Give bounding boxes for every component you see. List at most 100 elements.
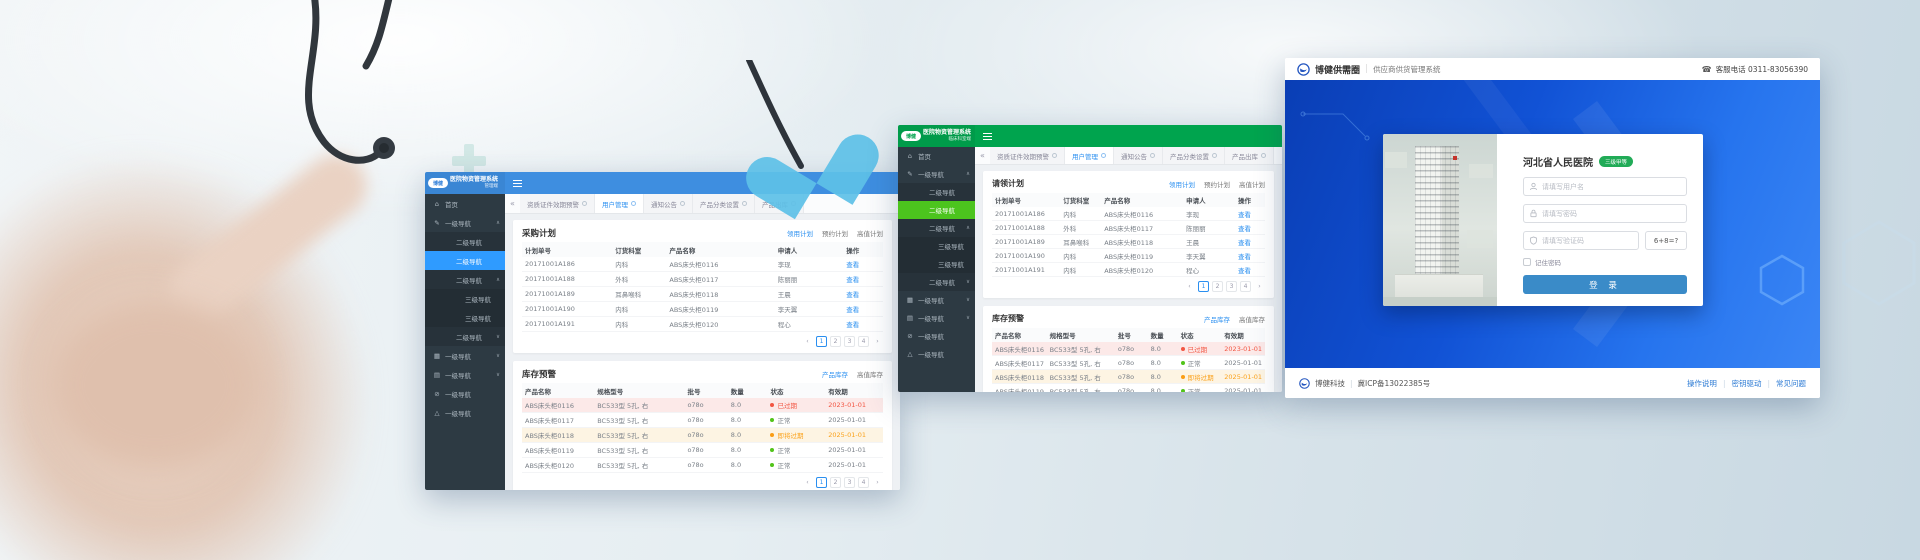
tab[interactable]: 用户管理	[1065, 147, 1114, 164]
page-button[interactable]: 1	[816, 477, 827, 488]
username-input[interactable]	[1523, 177, 1687, 196]
pager-arrow-icon[interactable]: ‹	[802, 477, 813, 488]
sidebar-item[interactable]: 二级导航	[898, 201, 975, 219]
view-link[interactable]: 查看	[1238, 239, 1251, 247]
page-button[interactable]: 4	[858, 477, 869, 488]
sidebar-item[interactable]: 二级导航∧	[425, 270, 505, 289]
captcha-image[interactable]: 6+8=?	[1645, 231, 1687, 250]
page-button[interactable]: 3	[1226, 281, 1237, 292]
view-link[interactable]: 查看	[1238, 225, 1251, 233]
page-button[interactable]: 2	[830, 336, 841, 347]
column-header: 计划单号	[522, 245, 612, 255]
sidebar-item[interactable]: ⌂首页	[425, 194, 505, 213]
sidebar-item[interactable]: 三级导航	[425, 308, 505, 327]
sidebar-item[interactable]: ✎一级导航∧	[425, 213, 505, 232]
sidebar-item[interactable]: ▤一级导航∨	[898, 309, 975, 327]
sidebar-item[interactable]: 三级导航	[425, 289, 505, 308]
footer-links: 操作说明|密钥驱动|常见问题	[1687, 378, 1806, 389]
row-cell: ABS床头柜0118	[666, 289, 774, 299]
row-cell: 查看	[843, 319, 883, 329]
tab[interactable]: 用户管理	[595, 194, 644, 213]
sidebar-item[interactable]: ⌂首页	[898, 147, 975, 165]
sidebar-item[interactable]: 三级导航	[898, 237, 975, 255]
pager-arrow-icon[interactable]: ›	[1254, 281, 1265, 292]
card-link[interactable]: 产品库存	[822, 369, 848, 379]
tab[interactable]: 通知公告	[644, 194, 693, 213]
password-input[interactable]	[1523, 204, 1687, 223]
tab[interactable]: 产品出库	[755, 194, 804, 213]
card-link[interactable]: 预约计划	[822, 228, 848, 238]
sidebar-item[interactable]: △一级导航	[425, 403, 505, 422]
page-button[interactable]: 3	[844, 336, 855, 347]
tab[interactable]: 产品出库	[1225, 147, 1274, 164]
card-link[interactable]: 高值计划	[1239, 179, 1265, 189]
sidebar-item[interactable]: 二级导航∧	[898, 219, 975, 237]
pager-arrow-icon[interactable]: ›	[872, 336, 883, 347]
sidebar-item[interactable]: ⊘一级导航	[898, 327, 975, 345]
sidebar-item[interactable]: 二级导航∨	[898, 273, 975, 291]
tab[interactable]: 资质证件效期预警	[520, 194, 595, 213]
column-header: 状态	[1178, 330, 1222, 340]
sidebar-item[interactable]: ▤一级导航∨	[425, 365, 505, 384]
page-button[interactable]: 2	[830, 477, 841, 488]
sidebar-item[interactable]: 二级导航	[425, 251, 505, 270]
sidebar-item[interactable]: 二级导航	[898, 183, 975, 201]
table-row: ABS床头柜0119BC533型 5孔, 右o78o8.0正常2025-01-0…	[522, 443, 883, 458]
tab[interactable]: 产品分类设置	[1163, 147, 1225, 164]
content-area: 请领计划 领用计划预约计划高值计划 计划单号订货科室产品名称申请人操作 2017…	[975, 165, 1282, 392]
view-link[interactable]: 查看	[1238, 211, 1251, 219]
view-link[interactable]: 查看	[846, 276, 859, 284]
tab-status-icon	[1261, 153, 1266, 158]
login-button[interactable]: 登 录	[1523, 275, 1687, 294]
tab-bar: « 资质证件效期预警用户管理 通知公告产品分类设置产品出库	[505, 194, 900, 214]
pointing-finger-image	[156, 142, 379, 336]
footer-link[interactable]: 密钥驱动	[1731, 378, 1761, 389]
view-link[interactable]: 查看	[846, 306, 859, 314]
tab[interactable]: 资质证件效期预警	[990, 147, 1065, 164]
view-link[interactable]: 查看	[1238, 267, 1251, 275]
tab-label: 用户管理	[602, 199, 628, 209]
sidebar-item[interactable]: 二级导航	[425, 232, 505, 251]
sidebar-item[interactable]: △一级导航	[898, 345, 975, 363]
collapse-tabs-icon[interactable]: «	[505, 194, 520, 213]
sidebar-item[interactable]: ⊘一级导航	[425, 384, 505, 403]
view-link[interactable]: 查看	[846, 321, 859, 329]
page-button[interactable]: 2	[1212, 281, 1223, 292]
page-button[interactable]: 1	[1198, 281, 1209, 292]
column-header: 有效期	[1221, 330, 1265, 340]
captcha-input[interactable]	[1523, 231, 1639, 250]
remember-checkbox[interactable]	[1523, 258, 1531, 266]
menu-toggle-icon[interactable]	[983, 133, 992, 140]
card-link[interactable]: 高值计划	[857, 228, 883, 238]
tab[interactable]: 通知公告	[1114, 147, 1163, 164]
page-button[interactable]: 4	[858, 336, 869, 347]
card-link[interactable]: 高值库存	[1239, 314, 1265, 324]
page-button[interactable]: 4	[1240, 281, 1251, 292]
footer-link[interactable]: 操作说明	[1687, 378, 1717, 389]
tab[interactable]: 产品分类设置	[693, 194, 755, 213]
view-link[interactable]: 查看	[846, 291, 859, 299]
sidebar-item[interactable]: ▦一级导航∨	[425, 346, 505, 365]
stock-card: 库存预警 产品库存高值库存 产品名称规格型号批号数量状态有效期 ABS床头柜01…	[513, 361, 892, 490]
footer-link[interactable]: 常见问题	[1776, 378, 1806, 389]
row-cell: 20171001A191	[992, 266, 1060, 274]
card-link[interactable]: 预约计划	[1204, 179, 1230, 189]
sidebar-item[interactable]: ▦一级导航∨	[898, 291, 975, 309]
view-link[interactable]: 查看	[1238, 253, 1251, 261]
card-link[interactable]: 领用计划	[787, 228, 813, 238]
sidebar-item[interactable]: 二级导航∨	[425, 327, 505, 346]
card-link[interactable]: 高值库存	[857, 369, 883, 379]
remember-me[interactable]: 记住密码	[1523, 257, 1687, 267]
sidebar-item[interactable]: ✎一级导航∧	[898, 165, 975, 183]
page-button[interactable]: 1	[816, 336, 827, 347]
collapse-tabs-icon[interactable]: «	[975, 147, 990, 164]
pager-arrow-icon[interactable]: ›	[872, 477, 883, 488]
pager-arrow-icon[interactable]: ‹	[1184, 281, 1195, 292]
page-button[interactable]: 3	[844, 477, 855, 488]
view-link[interactable]: 查看	[846, 261, 859, 269]
card-link[interactable]: 领用计划	[1169, 179, 1195, 189]
sidebar-item[interactable]: 三级导航	[898, 255, 975, 273]
menu-toggle-icon[interactable]	[513, 180, 522, 187]
pager-arrow-icon[interactable]: ‹	[802, 336, 813, 347]
card-link[interactable]: 产品库存	[1204, 314, 1230, 324]
